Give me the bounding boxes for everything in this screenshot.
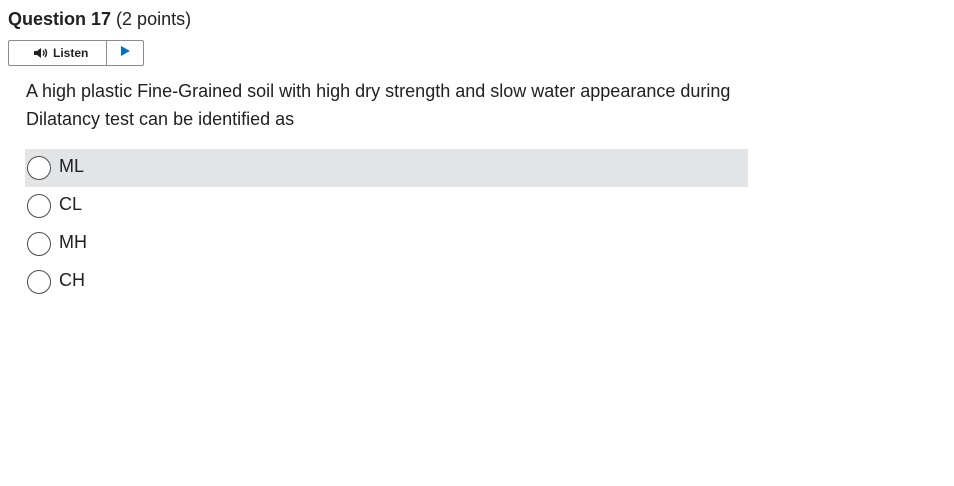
answer-options: ML CL MH CH: [25, 149, 748, 301]
option-label: ML: [59, 156, 85, 176]
radio-button[interactable]: [27, 156, 51, 180]
question-points: (2 points): [116, 9, 192, 29]
question-title: Question 17: [8, 9, 112, 29]
option-ml[interactable]: ML: [25, 149, 748, 187]
option-mh[interactable]: MH: [25, 225, 748, 263]
radio-button[interactable]: [27, 270, 51, 294]
option-label: CL: [59, 194, 83, 214]
listen-label: Listen: [53, 46, 89, 60]
question-header: Question 17 (2 points): [8, 8, 191, 30]
play-button[interactable]: [107, 41, 143, 65]
radio-button[interactable]: [27, 232, 51, 256]
option-cl[interactable]: CL: [25, 187, 748, 225]
play-icon: [119, 44, 131, 62]
option-label: MH: [59, 232, 87, 252]
speaker-icon: [33, 47, 49, 59]
radio-button[interactable]: [27, 194, 51, 218]
listen-button[interactable]: Listen: [9, 41, 107, 65]
listen-widget: Listen: [8, 40, 144, 66]
option-ch[interactable]: CH: [25, 263, 748, 301]
question-text: A high plastic Fine-Grained soil with hi…: [26, 81, 731, 129]
option-label: CH: [59, 270, 85, 290]
